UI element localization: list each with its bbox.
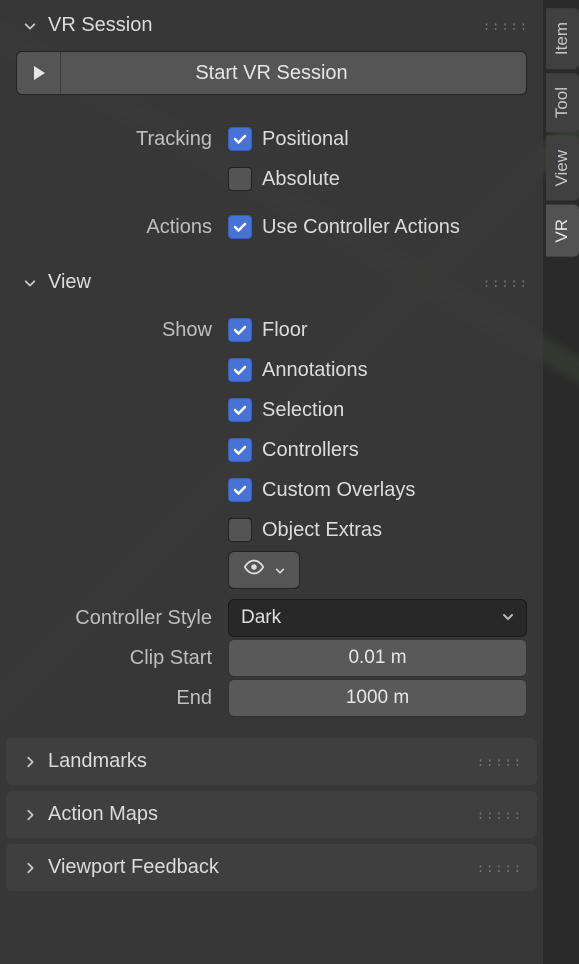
tracking-absolute-label: Absolute [262, 168, 340, 191]
section-landmarks[interactable]: Landmarks ::::: [6, 738, 537, 785]
n-panel-tabs: Item Tool View VR [543, 0, 579, 964]
show-controllers-label: Controllers [262, 439, 359, 462]
clip-end-label: End [16, 687, 216, 710]
actions-label: Actions [16, 216, 216, 239]
show-selection-checkbox[interactable] [228, 398, 252, 422]
show-annotations-label: Annotations [262, 359, 368, 382]
show-custom-overlays-checkbox[interactable] [228, 478, 252, 502]
controller-style-select[interactable]: Dark [228, 599, 527, 637]
n-panel: VR Session ::::: Start VR Session Tracki… [0, 0, 543, 964]
section-title: View [48, 271, 91, 294]
chevron-down-icon [22, 18, 38, 34]
tab-vr[interactable]: VR [546, 205, 579, 257]
show-annotations-checkbox[interactable] [228, 358, 252, 382]
drag-grip-icon[interactable]: ::::: [477, 861, 523, 875]
show-floor-label: Floor [262, 319, 308, 342]
show-custom-overlays-label: Custom Overlays [262, 479, 415, 502]
tab-view[interactable]: View [546, 136, 579, 201]
tracking-absolute-checkbox[interactable] [228, 167, 252, 191]
chevron-right-icon [22, 860, 38, 876]
show-object-extras-label: Object Extras [262, 519, 382, 542]
eye-icon [243, 556, 265, 584]
drag-grip-icon[interactable]: ::::: [483, 19, 529, 33]
chevron-down-icon [275, 559, 285, 582]
show-object-extras-checkbox[interactable] [228, 518, 252, 542]
use-controller-actions-label: Use Controller Actions [262, 216, 460, 239]
chevron-right-icon [22, 754, 38, 770]
tracking-positional-checkbox[interactable] [228, 127, 252, 151]
tab-item[interactable]: Item [546, 8, 579, 69]
section-title: Viewport Feedback [48, 856, 219, 879]
drag-grip-icon[interactable]: ::::: [477, 755, 523, 769]
show-floor-checkbox[interactable] [228, 318, 252, 342]
section-action-maps[interactable]: Action Maps ::::: [6, 791, 537, 838]
clip-start-field[interactable]: 0.01 m [228, 639, 527, 677]
start-vr-session-label: Start VR Session [61, 62, 526, 85]
chevron-down-icon [502, 607, 514, 629]
section-title: Action Maps [48, 803, 158, 826]
section-title: Landmarks [48, 750, 147, 773]
drag-grip-icon[interactable]: ::::: [477, 808, 523, 822]
section-header-vr-session[interactable]: VR Session ::::: [0, 4, 543, 47]
chevron-right-icon [22, 807, 38, 823]
play-icon [17, 52, 61, 94]
section-viewport-feedback[interactable]: Viewport Feedback ::::: [6, 844, 537, 891]
tab-tool[interactable]: Tool [546, 73, 579, 132]
clip-end-field[interactable]: 1000 m [228, 679, 527, 717]
view-body: Show Floor Annotations Selection [0, 304, 543, 732]
clip-start-value: 0.01 m [348, 647, 406, 669]
use-controller-actions-checkbox[interactable] [228, 215, 252, 239]
controller-style-value: Dark [241, 607, 281, 629]
tracking-label: Tracking [16, 128, 216, 151]
section-title: VR Session [48, 14, 153, 37]
vr-session-body: Tracking Positional Absolute Actions [0, 113, 543, 261]
clip-end-value: 1000 m [346, 687, 409, 709]
drag-grip-icon[interactable]: ::::: [483, 276, 529, 290]
visibility-menu-button[interactable] [228, 551, 300, 589]
chevron-down-icon [22, 275, 38, 291]
tracking-positional-label: Positional [262, 128, 349, 151]
show-label: Show [16, 319, 216, 342]
start-vr-session-button[interactable]: Start VR Session [16, 51, 527, 95]
show-controllers-checkbox[interactable] [228, 438, 252, 462]
show-selection-label: Selection [262, 399, 344, 422]
section-header-view[interactable]: View ::::: [0, 261, 543, 304]
controller-style-label: Controller Style [16, 607, 216, 630]
clip-start-label: Clip Start [16, 647, 216, 670]
